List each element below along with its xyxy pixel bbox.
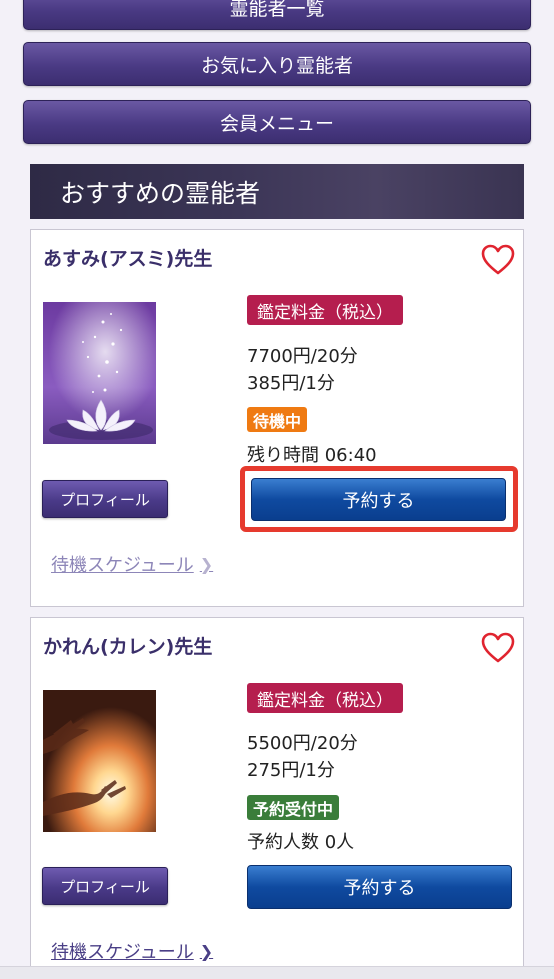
price-per-20min: 7700円/20分 bbox=[247, 346, 358, 367]
profile-label: プロフィール bbox=[60, 490, 150, 509]
profile-label: プロフィール bbox=[60, 877, 150, 896]
schedule-label: 待機スケジュール bbox=[51, 942, 194, 963]
chevron-right-icon: ❯ bbox=[199, 941, 214, 961]
price-per-1min: 385円/1分 bbox=[247, 373, 335, 394]
hands-light-photo[interactable] bbox=[43, 690, 156, 832]
reserve-label: 予約する bbox=[342, 490, 415, 512]
remaining-time: 残り時間 06:40 bbox=[247, 445, 377, 466]
status-badge: 予約受付中 bbox=[247, 795, 340, 820]
fee-badge: 鑑定料金（税込） bbox=[247, 683, 403, 713]
profile-button[interactable]: プロフィール bbox=[42, 480, 168, 518]
psychic-card: あすみ(アスミ)先生 鑑定料金（税込） 7700円/20分 385円/1分 待機… bbox=[30, 229, 524, 607]
schedule-link[interactable]: 待機スケジュール ❯ bbox=[51, 551, 213, 577]
nav-psychic-list-button[interactable]: 霊能者一覧 bbox=[23, 0, 531, 30]
profile-button[interactable]: プロフィール bbox=[42, 867, 168, 905]
psychic-card: かれん(カレン)先生 鑑定料金（税込） 5500円/20分 275円/1分 予約… bbox=[30, 617, 524, 977]
fee-badge: 鑑定料金（税込） bbox=[247, 295, 403, 325]
psychic-name: あすみ(アスミ)先生 bbox=[43, 248, 213, 270]
reserve-label: 予約する bbox=[343, 878, 416, 899]
schedule-link[interactable]: 待機スケジュール ❯ bbox=[51, 938, 213, 964]
reservation-count: 予約人数 0人 bbox=[247, 832, 355, 853]
chevron-right-icon: ❯ bbox=[199, 554, 214, 574]
reserve-button[interactable]: 予約する bbox=[251, 478, 506, 521]
psychic-name: かれん(カレン)先生 bbox=[43, 636, 213, 658]
price-per-20min: 5500円/20分 bbox=[247, 733, 358, 754]
price-per-1min: 275円/1分 bbox=[247, 760, 335, 781]
lotus-photo[interactable] bbox=[43, 302, 156, 444]
bottom-bar bbox=[0, 966, 554, 979]
schedule-label: 待機スケジュール bbox=[51, 555, 194, 576]
status-badge: 待機中 bbox=[247, 407, 308, 432]
heart-icon[interactable] bbox=[481, 244, 515, 276]
nav-member-menu-label: 会員メニュー bbox=[219, 112, 334, 135]
nav-psychic-list-label: 霊能者一覧 bbox=[229, 0, 325, 20]
heart-icon[interactable] bbox=[481, 632, 515, 664]
reserve-button[interactable]: 予約する bbox=[247, 865, 512, 909]
recommended-section-header: おすすめの霊能者 bbox=[30, 164, 524, 219]
nav-member-menu-button[interactable]: 会員メニュー bbox=[23, 100, 531, 144]
nav-favorites-label: お気に入り霊能者 bbox=[200, 54, 353, 77]
section-title: おすすめの霊能者 bbox=[60, 178, 261, 208]
nav-favorites-button[interactable]: お気に入り霊能者 bbox=[23, 42, 531, 86]
